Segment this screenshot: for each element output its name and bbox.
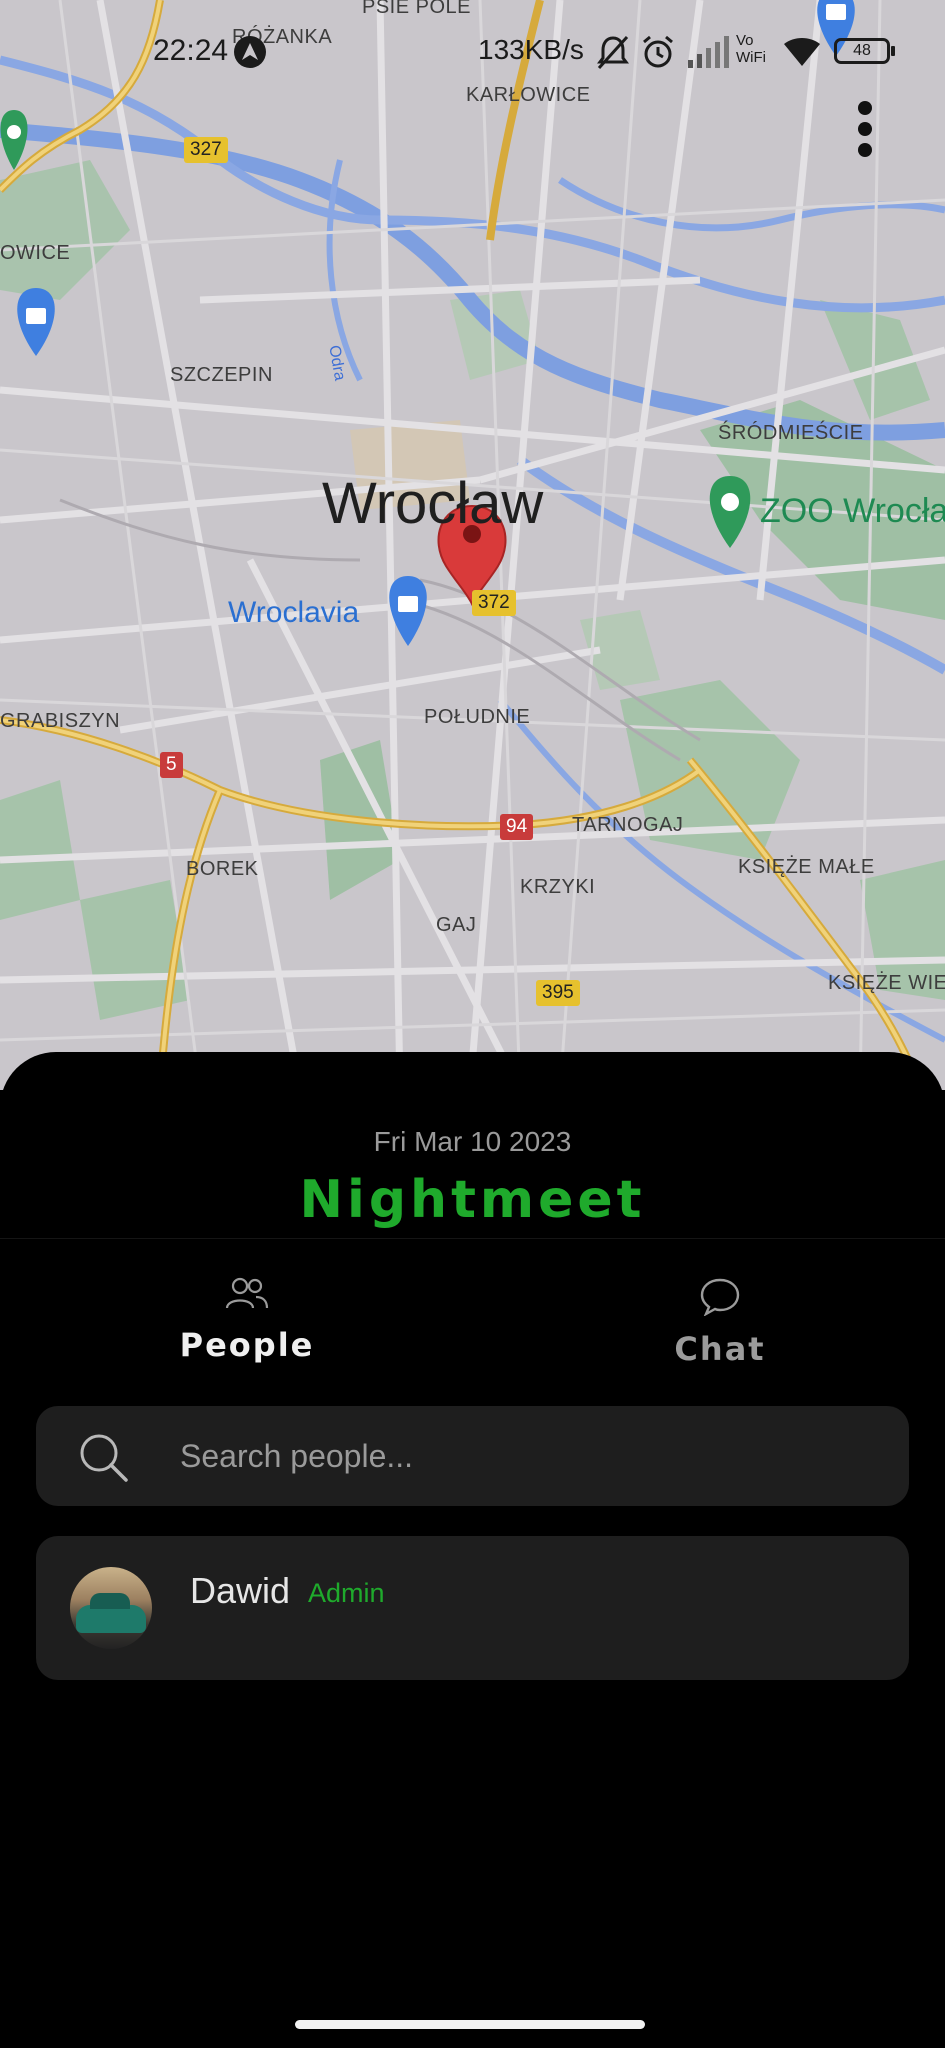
people-list: Dawid Admin xyxy=(36,1536,909,1680)
tab-people-label: People xyxy=(179,1326,315,1364)
menu-dot-icon xyxy=(858,122,872,136)
app-title: Nightmeet xyxy=(299,1170,646,1230)
battery-indicator: 48 xyxy=(834,38,895,64)
people-icon xyxy=(97,1276,397,1312)
map-label-psie-pole: PSIE POLE xyxy=(362,0,471,18)
map-label-owice: OWICE xyxy=(0,242,71,264)
vowifi-label-top: Vo xyxy=(736,32,754,49)
list-item[interactable]: Dawid Admin xyxy=(36,1536,909,1680)
vowifi-icon: Vo WiFi xyxy=(736,32,766,66)
map-label-gaj: GAJ xyxy=(436,914,477,936)
bottom-sheet[interactable]: Fri Mar 10 2023 Nightmeet People Chat Se… xyxy=(0,1052,945,2048)
navigation-status-icon xyxy=(234,36,266,68)
map-label-wroclavia: Wroclavia xyxy=(228,596,360,629)
avatar xyxy=(70,1567,152,1649)
road-shield-372: 372 xyxy=(472,590,516,616)
signal-icon xyxy=(686,34,730,74)
map-view[interactable]: RÓŻANKA PSIE POLE KARŁOWICE OWICE SZCZEP… xyxy=(0,0,945,1090)
map-label-tarnogaj: TARNOGAJ xyxy=(572,814,684,836)
alarm-icon xyxy=(640,34,676,74)
road-shield-94: 94 xyxy=(500,814,534,840)
tab-chat[interactable]: Chat xyxy=(570,1276,870,1376)
wifi-icon xyxy=(782,34,822,72)
map-label-zoo: ZOO Wrocław xyxy=(760,492,945,530)
search-bar[interactable] xyxy=(36,1406,909,1506)
map-label-ksieze-wielkie: KSIĘŻE WIEL xyxy=(828,972,945,994)
map-label-szczepin: SZCZEPIN xyxy=(170,364,273,386)
person-name: Dawid xyxy=(190,1570,291,1611)
header-divider xyxy=(0,1238,945,1239)
map-label-city: Wrocław xyxy=(322,471,544,536)
status-bar: 22:24 133KB/s Vo WiFi 48 xyxy=(0,28,945,76)
person-role-badge: Admin xyxy=(308,1578,385,1608)
search-input[interactable] xyxy=(180,1406,880,1506)
map-label-ksieze-male: KSIĘŻE MAŁE xyxy=(738,856,875,878)
map-label-srodmiescie: ŚRÓDMIEŚCIE xyxy=(718,422,864,444)
overflow-menu-button[interactable] xyxy=(845,95,885,163)
tab-chat-label: Chat xyxy=(674,1330,766,1368)
search-icon xyxy=(80,1434,128,1482)
chat-bubble-icon xyxy=(570,1276,870,1316)
menu-dot-icon xyxy=(858,101,872,115)
bell-muted-icon xyxy=(596,34,630,74)
map-label-karlowice: KARŁOWICE xyxy=(466,84,591,106)
road-shield-5: 5 xyxy=(160,752,183,778)
zoo-pin-icon xyxy=(709,476,751,548)
map-label-poludnie: POŁUDNIE xyxy=(424,706,531,728)
vowifi-label-bottom: WiFi xyxy=(736,49,766,66)
tab-people[interactable]: People xyxy=(97,1276,397,1376)
map-label-grabiszyn: GRABISZYN xyxy=(0,710,121,732)
map-label-borek: BOREK xyxy=(186,858,259,880)
current-date: Fri Mar 10 2023 xyxy=(373,1126,572,1157)
shopping-pin-left-icon xyxy=(17,288,55,356)
map-label-krzyki: KRZYKI xyxy=(520,876,596,898)
menu-dot-icon xyxy=(858,143,872,157)
status-time: 22:24 xyxy=(153,34,229,67)
network-speed: 133KB/s xyxy=(478,34,584,65)
home-indicator[interactable] xyxy=(295,2020,645,2029)
road-shield-395: 395 xyxy=(536,980,580,1006)
road-shield-327: 327 xyxy=(184,137,228,163)
poi-green-left-icon xyxy=(0,110,28,170)
